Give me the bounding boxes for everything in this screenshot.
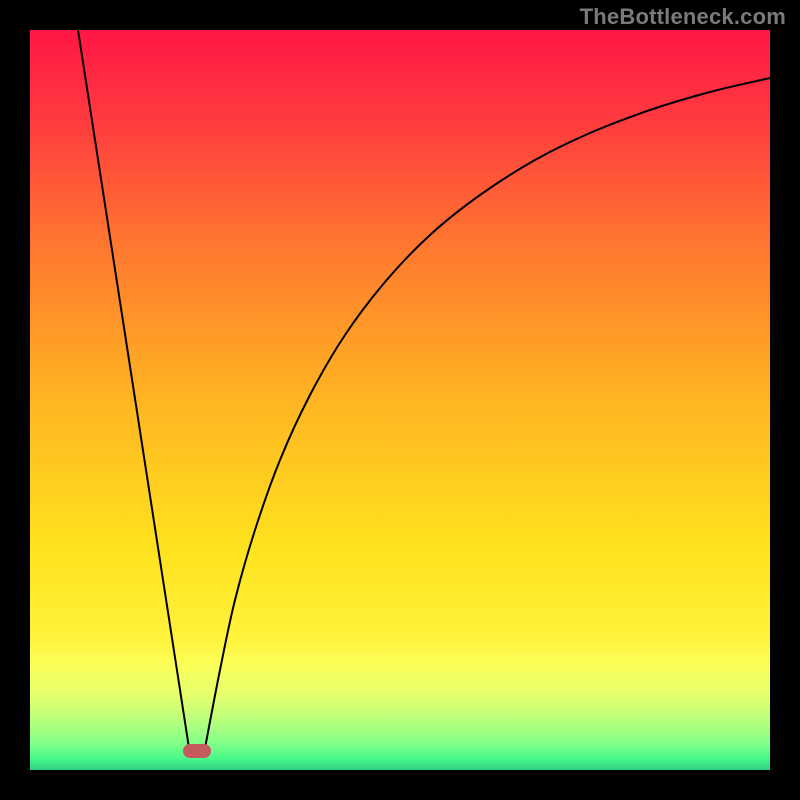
chart-outer-frame: TheBottleneck.com — [0, 0, 800, 800]
watermark-text: TheBottleneck.com — [580, 4, 786, 30]
chart-marker — [183, 744, 211, 758]
chart-plot-area — [30, 30, 770, 770]
chart-curve — [30, 30, 770, 770]
